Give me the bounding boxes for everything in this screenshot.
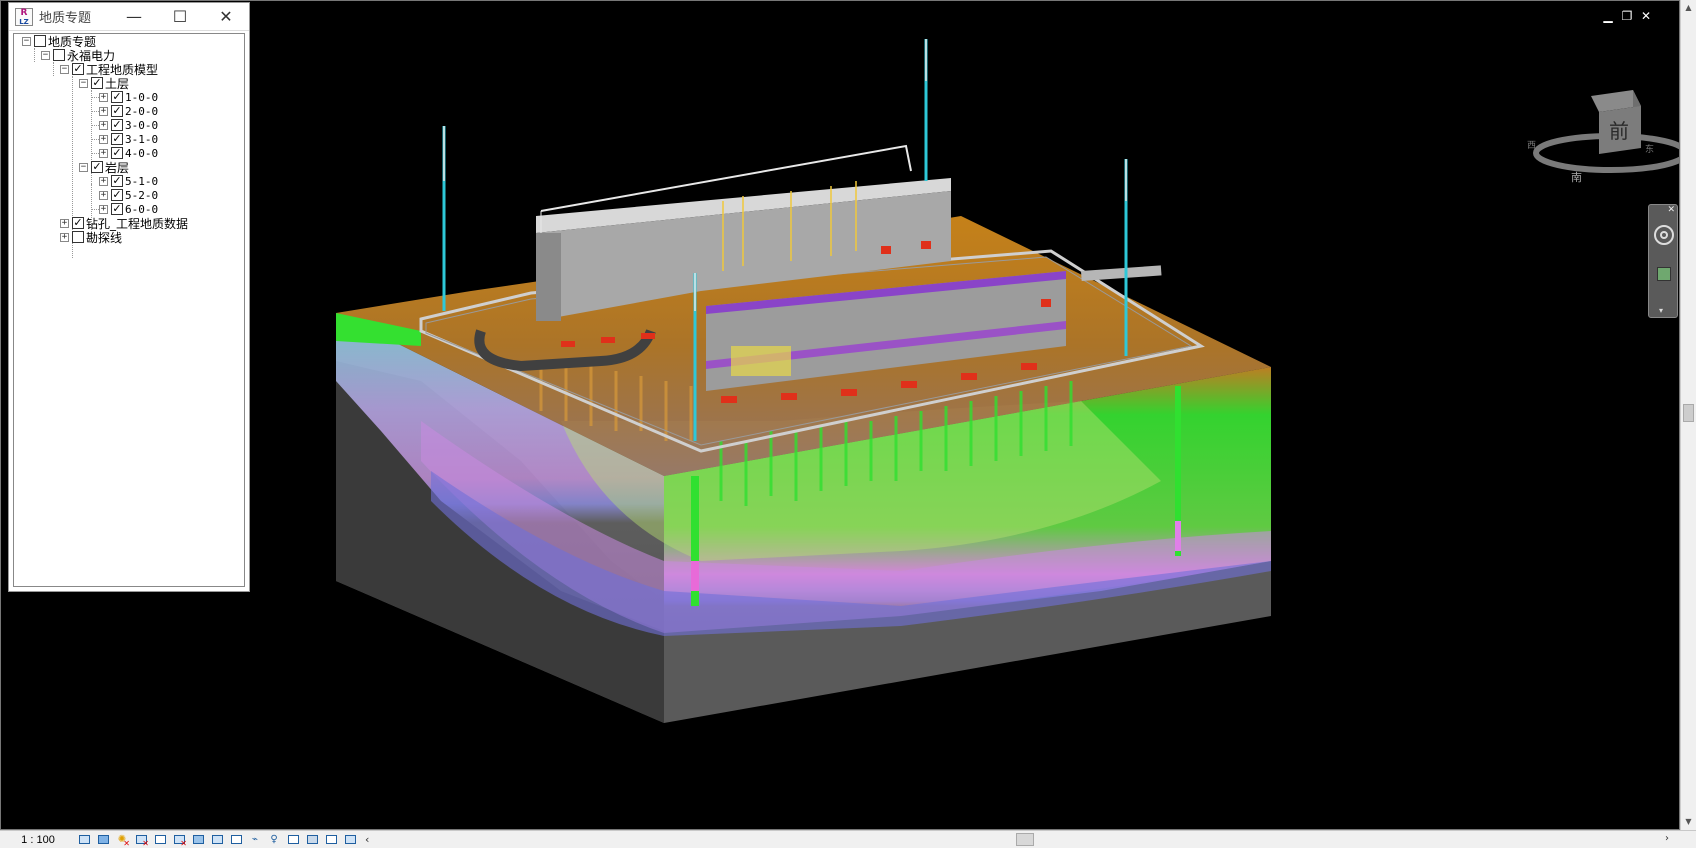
tree-node-label: 勘探线: [86, 230, 123, 245]
constraints-icon[interactable]: [304, 833, 320, 847]
tree-panel-titlebar: R LZ 地质专题 — ☐ ✕: [9, 3, 249, 31]
tree-checkbox-checked[interactable]: ✓: [111, 133, 123, 145]
tree-node-soil[interactable]: − ✓ 土层: [79, 76, 130, 91]
tree-checkbox-checked[interactable]: ✓: [72, 63, 84, 75]
tree-node-soil-4[interactable]: + ✓ 3-1-0: [99, 132, 158, 146]
geology-3d-model[interactable]: [1, 1, 1680, 830]
tree-checkbox-checked[interactable]: ✓: [111, 105, 123, 117]
scroll-up-icon[interactable]: ▲: [1681, 0, 1696, 16]
entry-road: [1081, 265, 1162, 281]
tree-checkbox-checked[interactable]: ✓: [91, 161, 103, 173]
tree-node-rock-2[interactable]: + ✓ 5-2-0: [99, 188, 158, 202]
tree-checkbox-checked[interactable]: ✓: [111, 119, 123, 131]
viewport-close-button[interactable]: ✕: [1639, 9, 1653, 23]
collapse-icon[interactable]: −: [41, 50, 50, 60]
expand-icon[interactable]: +: [99, 190, 108, 200]
viewcube[interactable]: 前 南 西 东: [1521, 86, 1680, 196]
tree-node-label: 3-0-0: [125, 118, 159, 132]
tree-checkbox-checked[interactable]: ✓: [111, 91, 123, 103]
expand-icon[interactable]: +: [99, 148, 108, 158]
reveal-constraints-icon[interactable]: [342, 833, 358, 847]
viewcube-west-label[interactable]: 西: [1527, 140, 1536, 151]
viewport-window-controls: ▁ ❐ ✕: [1601, 9, 1653, 23]
viewcube-face-label: 前: [1609, 119, 1629, 143]
reveal-hidden-icon[interactable]: [228, 833, 244, 847]
tree-node-soil-2[interactable]: + ✓ 2-0-0: [99, 104, 158, 118]
expand-icon[interactable]: +: [60, 218, 69, 228]
nav-bar-options-icon[interactable]: ▾: [1659, 306, 1663, 315]
tree-checkbox-checked[interactable]: ✓: [91, 77, 103, 89]
steering-wheel-icon[interactable]: [1654, 225, 1674, 245]
tree-checkbox[interactable]: [53, 49, 65, 61]
tree-checkbox-checked[interactable]: ✓: [72, 217, 84, 229]
unlock-3d-icon[interactable]: [190, 833, 206, 847]
app-logo: R LZ: [15, 7, 33, 26]
tree-node-borehole[interactable]: + ✓ 钻孔_工程地质数据: [60, 216, 188, 231]
viewport-restore-button[interactable]: ❐: [1620, 9, 1634, 23]
tree-maximize-button[interactable]: ☐: [157, 7, 203, 26]
expand-icon[interactable]: +: [99, 134, 108, 144]
zoom-region-icon[interactable]: [1657, 267, 1671, 281]
tree-checkbox-checked[interactable]: ✓: [111, 203, 123, 215]
analytical-model-icon[interactable]: [285, 833, 301, 847]
design-options-icon[interactable]: [323, 833, 339, 847]
tree-checkbox-checked[interactable]: ✓: [111, 147, 123, 159]
tree-checkbox-checked[interactable]: ✓: [111, 189, 123, 201]
tree-node-survey-line[interactable]: + 勘探线: [60, 230, 123, 245]
navigation-bar[interactable]: ✕ ▾: [1648, 204, 1678, 318]
tree-node-label: 4-0-0: [125, 146, 159, 160]
scroll-left-icon[interactable]: ‹: [365, 833, 369, 846]
view-scale[interactable]: 1 : 100: [0, 834, 76, 846]
worksharing-icon[interactable]: ⌁: [247, 833, 263, 847]
visual-style-icon[interactable]: [95, 833, 111, 847]
detail-level-icon[interactable]: [76, 833, 92, 847]
expand-icon[interactable]: +: [60, 232, 69, 242]
geology-tree-panel: R LZ 地质专题 — ☐ ✕ − 地质专题 − 永福电力 − ✓ 工程地质模型…: [8, 2, 250, 592]
scroll-right-icon[interactable]: ›: [1665, 833, 1669, 844]
tree-panel-title: 地质专题: [39, 11, 92, 26]
collapse-icon[interactable]: −: [22, 36, 31, 46]
tree-node-soil-3[interactable]: + ✓ 3-0-0: [99, 118, 158, 132]
scroll-down-icon[interactable]: ▼: [1681, 814, 1696, 830]
tree-checkbox[interactable]: [72, 231, 84, 243]
shadows-icon[interactable]: ✕: [133, 833, 149, 848]
tree-node-label: 5-2-0: [125, 188, 159, 202]
tree-checkbox-checked[interactable]: ✓: [111, 175, 123, 187]
expand-icon[interactable]: +: [99, 92, 108, 102]
viewcube-south-label[interactable]: 南: [1571, 171, 1582, 184]
tree-node-label: 3-1-0: [125, 132, 159, 146]
highlight-displacement-icon[interactable]: ♀: [266, 833, 282, 847]
viewcube-east-label[interactable]: 东: [1645, 143, 1654, 155]
vertical-scrollbar[interactable]: ▲ ▼: [1680, 0, 1696, 830]
tree-node-label: 5-1-0: [125, 174, 159, 188]
tree-checkbox[interactable]: [34, 35, 46, 47]
view-control-bar: 1 : 100 ✺ ✕ ✕ ✕ ⌁ ♀ ‹ ›: [0, 830, 1696, 848]
tree-node-rock[interactable]: − ✓ 岩层: [79, 160, 130, 175]
expand-icon[interactable]: +: [99, 204, 108, 214]
expand-icon[interactable]: +: [99, 106, 108, 116]
expand-icon[interactable]: +: [99, 176, 108, 186]
3d-viewport[interactable]: ▁ ❐ ✕ 前 南 西 东 ✕ ▾: [0, 0, 1680, 830]
tree-node-label: 2-0-0: [125, 104, 159, 118]
tree-close-button[interactable]: ✕: [203, 7, 249, 26]
tree-node-rock-1[interactable]: + ✓ 5-1-0: [99, 174, 158, 188]
tree-node-soil-1[interactable]: + ✓ 1-0-0: [99, 90, 158, 104]
tree-node-label: 土层: [105, 76, 130, 91]
nav-bar-close-icon[interactable]: ✕: [1667, 205, 1675, 215]
expand-icon[interactable]: +: [99, 120, 108, 130]
collapse-icon[interactable]: −: [79, 162, 88, 172]
tree-minimize-button[interactable]: —: [111, 7, 157, 26]
horizontal-scroll-thumb[interactable]: [1016, 833, 1034, 846]
collapse-icon[interactable]: −: [79, 78, 88, 88]
layer-tree: − 地质专题 − 永福电力 − ✓ 工程地质模型 − ✓ 土层 + ✓ 1-0-…: [13, 33, 245, 587]
tree-node-label: 岩层: [105, 160, 130, 175]
tree-node-label: 1-0-0: [125, 90, 159, 104]
temporary-hide-icon[interactable]: [209, 833, 225, 847]
vertical-scroll-thumb[interactable]: [1683, 404, 1694, 422]
crop-view-icon[interactable]: [152, 833, 168, 847]
collapse-icon[interactable]: −: [60, 64, 69, 74]
viewport-minimize-button[interactable]: ▁: [1601, 9, 1615, 23]
show-crop-icon[interactable]: ✕: [171, 833, 187, 848]
sun-path-icon[interactable]: ✺ ✕: [114, 833, 130, 848]
